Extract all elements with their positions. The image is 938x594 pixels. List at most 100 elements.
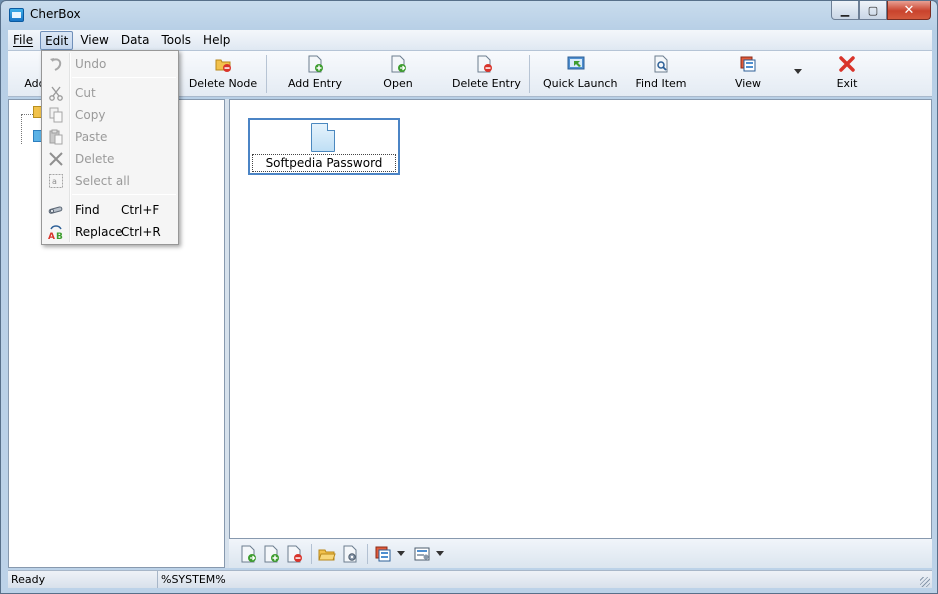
menu-item-replace[interactable]: AB Replace Ctrl+R xyxy=(44,221,176,243)
delete-entry-small-icon[interactable] xyxy=(285,545,303,563)
menu-item-paste-label: Paste xyxy=(75,130,108,144)
add-entry-button[interactable]: Add Entry xyxy=(285,55,345,93)
close-button[interactable]: ✕ xyxy=(887,1,931,20)
menu-view-label: View xyxy=(80,32,109,47)
entry-label: Softpedia Password xyxy=(252,154,396,172)
status-path: %SYSTEM% xyxy=(161,573,226,586)
replace-icon: AB xyxy=(48,224,64,240)
menu-file-label: File xyxy=(13,32,34,47)
add-entry-icon xyxy=(306,55,324,73)
find-item-button[interactable]: Find Item xyxy=(635,55,687,93)
window-controls: ▁ ▢ ✕ xyxy=(831,1,931,21)
menu-view[interactable]: View xyxy=(75,31,113,50)
menu-item-replace-label: Replace xyxy=(75,225,123,239)
minimize-icon: ▁ xyxy=(840,3,850,17)
view-button[interactable]: View xyxy=(733,55,763,93)
menu-bar: File Edit View Data Tools Help xyxy=(8,30,932,51)
list-options-dropdown-icon[interactable] xyxy=(436,551,444,556)
find-item-icon xyxy=(652,55,670,73)
settings-small-icon[interactable] xyxy=(341,545,359,563)
view-icon xyxy=(739,55,757,73)
svg-text:B: B xyxy=(56,232,63,240)
delete-node-button[interactable]: Delete Node xyxy=(188,55,258,93)
menu-item-replace-shortcut: Ctrl+R xyxy=(121,225,161,239)
menu-help-label: Help xyxy=(203,32,231,47)
open-button[interactable]: Open xyxy=(380,55,416,93)
delete-entry-button[interactable]: Delete Entry xyxy=(452,55,521,93)
menu-tools[interactable]: Tools xyxy=(156,31,196,50)
find-icon xyxy=(48,202,64,218)
title-bar[interactable]: CherBox ▁ ▢ ✕ xyxy=(1,1,937,30)
open-icon xyxy=(389,55,407,73)
delete-icon xyxy=(48,151,64,167)
copy-icon xyxy=(48,107,64,123)
delete-node-label: Delete Node xyxy=(188,77,258,90)
quick-launch-icon xyxy=(567,55,585,73)
entries-pane[interactable]: Softpedia Password xyxy=(229,99,932,539)
menu-separator xyxy=(72,77,176,78)
menu-item-undo[interactable]: Undo xyxy=(44,53,176,75)
toolbar-separator xyxy=(529,55,530,93)
quick-launch-label: Quick Launch xyxy=(543,77,618,90)
open-label: Open xyxy=(383,77,413,90)
menu-item-cut-label: Cut xyxy=(75,86,96,100)
cut-icon xyxy=(48,85,64,101)
toolbar-separator xyxy=(367,543,368,564)
add-entry-label: Add Entry xyxy=(287,77,343,90)
paste-icon xyxy=(48,129,64,145)
view-mode-dropdown-icon[interactable] xyxy=(397,551,405,556)
view-label: View xyxy=(734,77,762,90)
minimize-button[interactable]: ▁ xyxy=(831,1,859,20)
entries-toolbar xyxy=(229,539,932,568)
menu-item-delete[interactable]: Delete xyxy=(44,148,176,170)
menu-item-copy[interactable]: Copy xyxy=(44,104,176,126)
view-dropdown-arrow-icon[interactable] xyxy=(794,69,802,74)
list-options-small-icon[interactable] xyxy=(413,545,431,563)
toolbar-separator xyxy=(266,55,267,93)
svg-text:a: a xyxy=(52,177,57,186)
menu-item-select-all[interactable]: a Select all xyxy=(44,170,176,192)
resize-grip-icon[interactable] xyxy=(920,577,930,587)
menu-item-paste[interactable]: Paste xyxy=(44,126,176,148)
maximize-icon: ▢ xyxy=(867,3,879,17)
status-text: Ready xyxy=(8,571,158,588)
menu-item-find[interactable]: Find Ctrl+F xyxy=(44,199,176,221)
menu-help[interactable]: Help xyxy=(198,31,235,50)
menu-data-label: Data xyxy=(120,32,150,47)
menu-item-find-label: Find xyxy=(75,203,100,217)
menu-edit-label: Edit xyxy=(45,33,69,48)
maximize-button[interactable]: ▢ xyxy=(859,1,887,20)
quick-launch-button[interactable]: Quick Launch xyxy=(543,55,618,93)
document-icon xyxy=(311,123,335,152)
menu-item-delete-label: Delete xyxy=(75,152,115,166)
find-item-label: Find Item xyxy=(635,77,687,90)
edit-menu-dropdown: Undo Cut Copy Paste Delete a Select all … xyxy=(41,50,179,245)
status-bar: Ready %SYSTEM% xyxy=(8,570,932,588)
new-entry-small-icon[interactable] xyxy=(262,545,280,563)
select-all-icon: a xyxy=(48,173,64,189)
open-folder-small-icon[interactable] xyxy=(318,545,336,563)
svg-text:A: A xyxy=(48,232,55,240)
undo-icon xyxy=(48,56,64,72)
menu-data[interactable]: Data xyxy=(116,31,155,50)
menu-item-cut[interactable]: Cut xyxy=(44,82,176,104)
close-icon: ✕ xyxy=(903,2,915,18)
menu-tools-label: Tools xyxy=(161,32,192,47)
exit-button[interactable]: Exit xyxy=(834,55,860,93)
menu-edit[interactable]: Edit xyxy=(40,30,74,50)
entry-item[interactable]: Softpedia Password xyxy=(248,118,400,175)
menu-file[interactable]: File xyxy=(8,31,38,50)
menu-separator xyxy=(72,194,176,195)
toolbar-separator xyxy=(311,543,312,564)
exit-label: Exit xyxy=(836,77,858,90)
app-window: CherBox ▁ ▢ ✕ File Edit View Data Tools … xyxy=(0,0,938,594)
delete-entry-icon xyxy=(475,55,493,73)
exit-icon xyxy=(838,55,856,73)
add-entry-small-icon[interactable] xyxy=(239,545,257,563)
window-title: CherBox xyxy=(30,7,81,21)
menu-item-find-shortcut: Ctrl+F xyxy=(121,203,160,217)
delete-node-icon xyxy=(214,55,232,73)
menu-item-copy-label: Copy xyxy=(75,108,106,122)
app-icon xyxy=(9,8,24,22)
view-mode-small-icon[interactable] xyxy=(374,545,392,563)
